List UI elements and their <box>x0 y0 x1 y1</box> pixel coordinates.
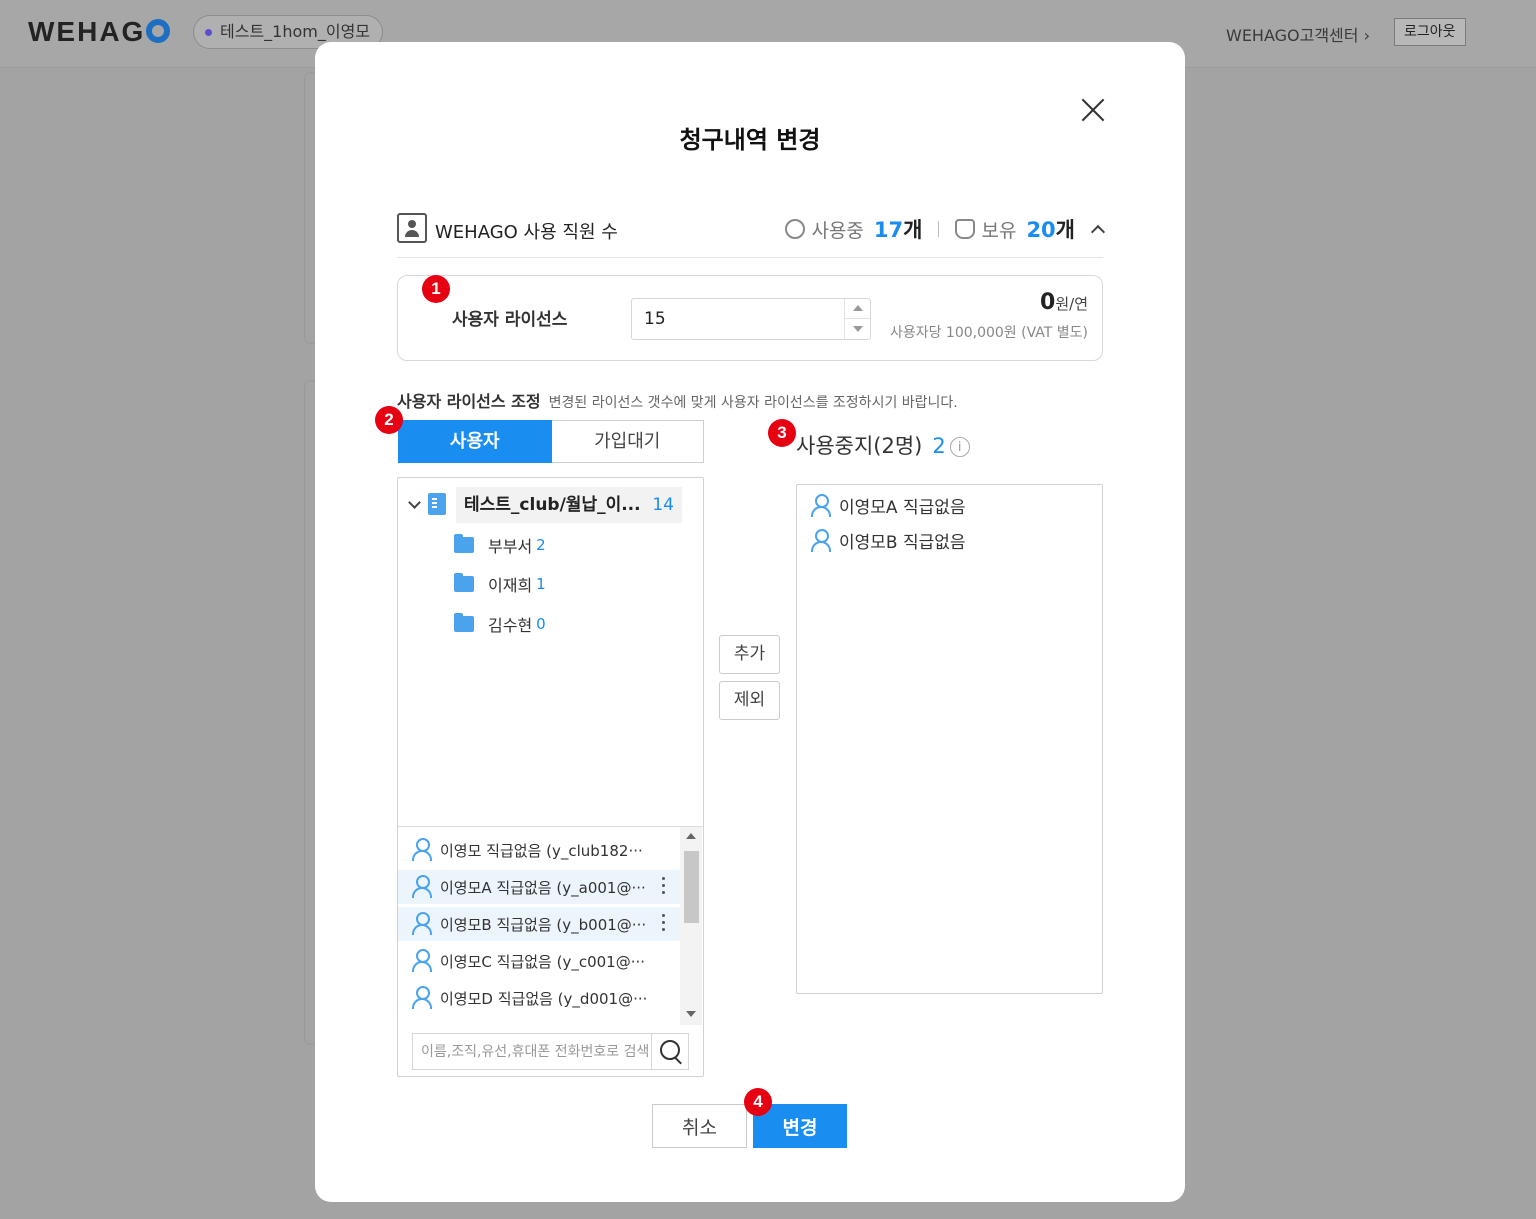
decrement-icon[interactable] <box>845 319 870 339</box>
tree-root-count: 14 <box>652 495 674 515</box>
license-quantity-input[interactable] <box>632 299 842 339</box>
suspended-count: 2 <box>932 434 946 458</box>
step-badge-2: 2 <box>375 406 403 434</box>
step-badge-4: 4 <box>744 1088 772 1116</box>
user-license-label: 사용자 라이선스 <box>452 310 568 330</box>
in-use-count: 17개 <box>873 218 923 242</box>
person-icon <box>412 949 432 972</box>
change-billing-modal: 청구내역 변경 WEHAGO 사용 직원 수 사용중 17개 보유 20개 사용… <box>315 42 1185 1202</box>
suspended-user-panel: 이영모A 직급없음 이영모B 직급없음 <box>796 484 1103 994</box>
person-icon <box>412 838 432 861</box>
modal-title: 청구내역 변경 <box>679 126 821 154</box>
tree-dept-item[interactable]: 부부서 2 <box>454 530 546 560</box>
license-quantity-stepper <box>631 298 871 340</box>
license-price-note: 사용자당 100,000원 (VAT 별도) <box>889 325 1088 341</box>
increment-icon[interactable] <box>845 299 870 319</box>
tree-root[interactable]: 테스트_club/월납_이... 14 <box>406 487 682 523</box>
scroll-up-icon[interactable] <box>686 833 696 839</box>
user-list-item[interactable]: 이영모 직급없음 (y_club182··· <box>398 833 680 867</box>
chevron-down-icon[interactable] <box>408 496 421 509</box>
staff-count-label: WEHAGO 사용 직원 수 <box>435 222 618 243</box>
user-list-item[interactable]: 이영모C 직급없음 (y_c001@··· <box>398 944 680 978</box>
tree-dept-item[interactable]: 김수현 0 <box>454 609 546 639</box>
tab-users[interactable]: 사용자 <box>398 420 552 463</box>
staff-count-row: WEHAGO 사용 직원 수 사용중 17개 보유 20개 <box>397 210 1106 258</box>
search-icon[interactable] <box>651 1034 688 1069</box>
remove-button[interactable]: 제외 <box>719 681 780 720</box>
person-icon <box>412 986 432 1009</box>
user-card-icon <box>397 213 427 243</box>
tree-root-name: 테스트_club/월납_이... 14 <box>456 487 682 523</box>
chevron-up-icon[interactable] <box>1090 224 1106 240</box>
folder-icon <box>454 613 474 632</box>
user-search-input[interactable] <box>413 1034 651 1069</box>
in-use-label: 사용중 <box>811 219 864 242</box>
database-icon <box>955 219 976 239</box>
organization-icon <box>428 493 446 515</box>
user-list-item[interactable]: 이영모D 직급없음 (y_d001@··· <box>398 981 680 1015</box>
usage-summary: 사용중 17개 보유 20개 <box>785 214 1106 244</box>
logo-o-icon <box>146 19 171 43</box>
logout-button[interactable]: 로그아웃 <box>1394 18 1466 46</box>
user-list-item[interactable]: 이영모A 직급없음 (y_a001@··· <box>398 870 680 904</box>
step-badge-1: 1 <box>422 275 450 303</box>
folder-icon <box>454 534 474 553</box>
owned-count: 20개 <box>1026 218 1075 242</box>
tree-dept-item[interactable]: 이재희 1 <box>454 569 546 599</box>
scroll-down-icon[interactable] <box>686 1011 696 1017</box>
person-icon <box>412 875 432 898</box>
folder-icon <box>454 573 474 592</box>
user-list: 이영모 직급없음 (y_club182··· 이영모A 직급없음 (y_a001… <box>398 826 703 1026</box>
suspended-title: 사용중지(2명) 2 i <box>796 430 970 460</box>
customer-center-link[interactable]: WEHAGO고객센터 › <box>1226 22 1370 46</box>
user-search <box>412 1033 689 1070</box>
user-license-box: 사용자 라이선스 0원/연 사용자당 100,000원 (VAT 별도) <box>397 275 1103 361</box>
adjust-title: 사용자 라이선스 조정 <box>397 392 541 411</box>
more-options-icon[interactable] <box>662 876 666 896</box>
status-dot-icon <box>205 29 212 36</box>
adjust-desc: 변경된 라이선스 갯수에 맞게 사용자 라이선스를 조정하시기 바랍니다. <box>548 395 958 411</box>
person-icon <box>412 912 432 935</box>
cancel-button[interactable]: 취소 <box>652 1104 747 1148</box>
step-badge-3: 3 <box>768 419 796 447</box>
license-price: 0원/연 <box>1040 290 1088 315</box>
company-name: 테스트_1hom_이영모 <box>220 22 371 41</box>
user-list-item[interactable]: 이영모B 직급없음 (y_b001@··· <box>398 907 680 941</box>
tab-pending[interactable]: 가입대기 <box>551 420 704 463</box>
suspended-user-item[interactable]: 이영모A 직급없음 <box>811 490 966 520</box>
wehago-logo[interactable]: WEHAG <box>28 16 171 48</box>
person-icon <box>811 494 831 517</box>
more-options-icon[interactable] <box>662 913 666 933</box>
user-list-scrollbar[interactable] <box>680 827 702 1025</box>
user-tabs: 사용자 가입대기 <box>398 420 704 463</box>
scroll-thumb[interactable] <box>684 851 699 923</box>
suspended-user-item[interactable]: 이영모B 직급없음 <box>811 525 966 555</box>
organization-panel: 테스트_club/월납_이... 14 부부서 2 이재희 1 김수현 0 이영모 직… <box>397 477 704 1077</box>
person-icon <box>811 529 831 552</box>
usage-gauge-icon <box>785 219 806 239</box>
info-icon[interactable]: i <box>949 437 970 457</box>
stepper-controls <box>844 299 870 339</box>
owned-label: 보유 <box>981 219 1017 242</box>
add-button[interactable]: 추가 <box>719 635 780 674</box>
divider <box>938 221 940 237</box>
license-adjust-guide: 사용자 라이선스 조정 변경된 라이선스 갯수에 맞게 사용자 라이선스를 조정하… <box>397 388 958 412</box>
